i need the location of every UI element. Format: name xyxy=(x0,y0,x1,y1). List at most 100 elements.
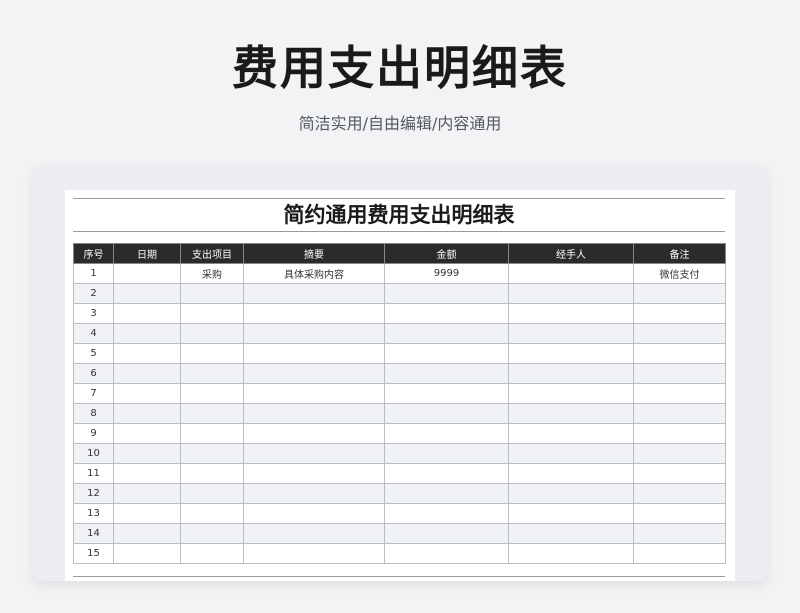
cell-summary[interactable] xyxy=(243,363,385,384)
cell-amount[interactable] xyxy=(384,323,509,344)
cell-remark[interactable]: 微信支付 xyxy=(633,263,726,284)
cell-summary[interactable] xyxy=(243,543,385,564)
cell-remark[interactable] xyxy=(633,463,726,484)
cell-summary[interactable] xyxy=(243,423,385,444)
cell-seq[interactable]: 15 xyxy=(73,543,114,564)
cell-summary[interactable] xyxy=(243,283,385,304)
cell-item[interactable] xyxy=(180,403,244,424)
cell-handler[interactable] xyxy=(508,423,634,444)
cell-date[interactable] xyxy=(113,403,181,424)
cell-handler[interactable] xyxy=(508,343,634,364)
cell-remark[interactable] xyxy=(633,403,726,424)
cell-date[interactable] xyxy=(113,383,181,404)
cell-summary[interactable]: 具体采购内容 xyxy=(243,263,385,284)
cell-item[interactable] xyxy=(180,383,244,404)
cell-handler[interactable] xyxy=(508,303,634,324)
cell-item[interactable] xyxy=(180,503,244,524)
cell-remark[interactable] xyxy=(633,383,726,404)
cell-amount[interactable] xyxy=(384,543,509,564)
cell-seq[interactable]: 12 xyxy=(73,483,114,504)
cell-date[interactable] xyxy=(113,263,181,284)
cell-date[interactable] xyxy=(113,303,181,324)
cell-amount[interactable] xyxy=(384,403,509,424)
cell-remark[interactable] xyxy=(633,423,726,444)
cell-seq[interactable]: 5 xyxy=(73,343,114,364)
cell-remark[interactable] xyxy=(633,323,726,344)
cell-handler[interactable] xyxy=(508,403,634,424)
cell-seq[interactable]: 10 xyxy=(73,443,114,464)
cell-seq[interactable]: 14 xyxy=(73,523,114,544)
cell-date[interactable] xyxy=(113,543,181,564)
cell-amount[interactable] xyxy=(384,283,509,304)
cell-amount[interactable] xyxy=(384,383,509,404)
cell-seq[interactable]: 8 xyxy=(73,403,114,424)
cell-date[interactable] xyxy=(113,523,181,544)
cell-amount[interactable] xyxy=(384,503,509,524)
cell-date[interactable] xyxy=(113,443,181,464)
cell-amount[interactable] xyxy=(384,443,509,464)
cell-amount[interactable] xyxy=(384,343,509,364)
cell-date[interactable] xyxy=(113,423,181,444)
cell-amount[interactable] xyxy=(384,363,509,384)
cell-summary[interactable] xyxy=(243,503,385,524)
cell-remark[interactable] xyxy=(633,523,726,544)
cell-item[interactable] xyxy=(180,283,244,304)
cell-summary[interactable] xyxy=(243,343,385,364)
cell-remark[interactable] xyxy=(633,343,726,364)
cell-date[interactable] xyxy=(113,363,181,384)
cell-handler[interactable] xyxy=(508,283,634,304)
cell-amount[interactable] xyxy=(384,483,509,504)
cell-seq[interactable]: 6 xyxy=(73,363,114,384)
cell-remark[interactable] xyxy=(633,443,726,464)
cell-item[interactable] xyxy=(180,423,244,444)
cell-date[interactable] xyxy=(113,323,181,344)
cell-summary[interactable] xyxy=(243,303,385,324)
cell-handler[interactable] xyxy=(508,523,634,544)
cell-handler[interactable] xyxy=(508,463,634,484)
cell-seq[interactable]: 7 xyxy=(73,383,114,404)
cell-summary[interactable] xyxy=(243,403,385,424)
cell-item[interactable] xyxy=(180,343,244,364)
cell-amount[interactable] xyxy=(384,463,509,484)
cell-seq[interactable]: 9 xyxy=(73,423,114,444)
cell-seq[interactable]: 4 xyxy=(73,323,114,344)
cell-seq[interactable]: 3 xyxy=(73,303,114,324)
cell-handler[interactable] xyxy=(508,363,634,384)
cell-item[interactable] xyxy=(180,543,244,564)
cell-summary[interactable] xyxy=(243,463,385,484)
cell-remark[interactable] xyxy=(633,283,726,304)
cell-item[interactable] xyxy=(180,463,244,484)
cell-item[interactable] xyxy=(180,523,244,544)
cell-remark[interactable] xyxy=(633,543,726,564)
cell-item[interactable] xyxy=(180,363,244,384)
cell-amount[interactable]: 9999 xyxy=(384,263,509,284)
cell-date[interactable] xyxy=(113,343,181,364)
cell-seq[interactable]: 1 xyxy=(73,263,114,284)
cell-remark[interactable] xyxy=(633,303,726,324)
cell-handler[interactable] xyxy=(508,483,634,504)
cell-remark[interactable] xyxy=(633,483,726,504)
cell-handler[interactable] xyxy=(508,263,634,284)
cell-amount[interactable] xyxy=(384,303,509,324)
cell-date[interactable] xyxy=(113,463,181,484)
cell-handler[interactable] xyxy=(508,323,634,344)
cell-seq[interactable]: 2 xyxy=(73,283,114,304)
cell-summary[interactable] xyxy=(243,523,385,544)
cell-handler[interactable] xyxy=(508,503,634,524)
cell-amount[interactable] xyxy=(384,523,509,544)
cell-seq[interactable]: 11 xyxy=(73,463,114,484)
cell-handler[interactable] xyxy=(508,383,634,404)
cell-item[interactable] xyxy=(180,483,244,504)
cell-amount[interactable] xyxy=(384,423,509,444)
cell-item[interactable]: 采购 xyxy=(180,263,244,284)
cell-item[interactable] xyxy=(180,443,244,464)
cell-handler[interactable] xyxy=(508,543,634,564)
cell-handler[interactable] xyxy=(508,443,634,464)
cell-item[interactable] xyxy=(180,303,244,324)
cell-date[interactable] xyxy=(113,283,181,304)
cell-remark[interactable] xyxy=(633,363,726,384)
cell-remark[interactable] xyxy=(633,503,726,524)
cell-seq[interactable]: 13 xyxy=(73,503,114,524)
cell-summary[interactable] xyxy=(243,483,385,504)
cell-item[interactable] xyxy=(180,323,244,344)
